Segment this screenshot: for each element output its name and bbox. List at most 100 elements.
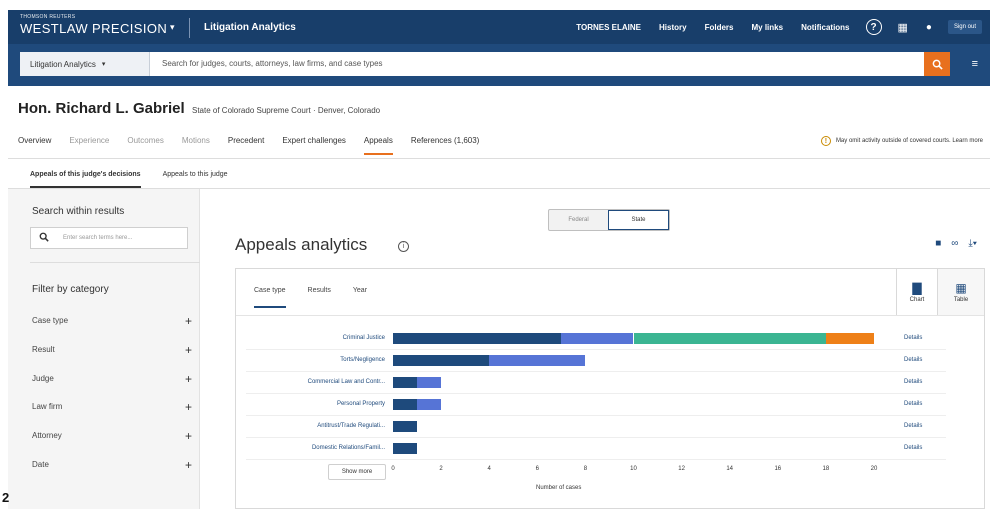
nav-user[interactable]: TORNES ELAINE [576, 23, 641, 32]
filter-judge[interactable]: Judge + [32, 372, 192, 386]
filter-case-type[interactable]: Case type + [32, 314, 192, 328]
chart-row-divider [246, 371, 946, 372]
subtab-appeals-of-judge[interactable]: Appeals of this judge's decisions [30, 171, 141, 188]
expand-plus-icon[interactable]: + [185, 458, 192, 472]
nav-folders[interactable]: Folders [705, 23, 734, 32]
expand-plus-icon[interactable]: + [185, 314, 192, 328]
product-name[interactable]: Litigation Analytics [204, 22, 296, 33]
expand-plus-icon[interactable]: + [185, 372, 192, 386]
bar-segment[interactable] [393, 399, 418, 410]
filter-by-category-title: Filter by category [32, 284, 109, 295]
details-link[interactable]: Details [904, 445, 922, 451]
search-within-placeholder: Enter search terms here... [63, 235, 133, 241]
bar-segment[interactable] [393, 377, 418, 388]
analytics-card: Case type Results Year ▇ Chart ▦ Table S… [235, 268, 985, 509]
nav-notifications[interactable]: Notifications [801, 23, 849, 32]
bar-segment[interactable] [393, 333, 562, 344]
bar-segment[interactable] [489, 355, 586, 366]
nav-my-links[interactable]: My links [751, 23, 783, 32]
appeal-subtabs: Appeals of this judge's decisions Appeal… [30, 171, 250, 188]
tab-appeals[interactable]: Appeals [363, 136, 393, 155]
info-icon[interactable]: i [398, 241, 409, 252]
expand-plus-icon[interactable]: + [185, 343, 192, 357]
search-scope-dropdown[interactable]: Litigation Analytics ▾ [20, 52, 150, 76]
tab-year[interactable]: Year [353, 287, 367, 308]
toggle-state[interactable]: State [608, 210, 669, 230]
chart-view-button[interactable]: ▇ Chart [896, 269, 938, 315]
tab-precedent[interactable]: Precedent [228, 136, 264, 155]
card-divider [236, 315, 984, 316]
nav-history[interactable]: History [659, 23, 687, 32]
tab-results[interactable]: Results [308, 287, 331, 308]
filter-label: Judge [32, 374, 54, 383]
westlaw-logo[interactable]: THOMSON REUTERS WESTLAW PRECISION [20, 14, 167, 36]
category-label[interactable]: Personal Property [245, 401, 385, 407]
details-link[interactable]: Details [904, 335, 922, 341]
filter-attorney[interactable]: Attorney + [32, 429, 192, 443]
category-label[interactable]: Torts/Negligence [245, 357, 385, 363]
category-label[interactable]: Commercial Law and Contr... [245, 379, 385, 385]
link-icon[interactable]: ∞ [951, 238, 958, 249]
table-grid-icon: ▦ [955, 281, 967, 295]
case-type-chart: Show more Number of cases Criminal Justi… [236, 319, 986, 509]
search-within-input[interactable]: Enter search terms here... [30, 227, 188, 249]
bar-segment[interactable] [393, 421, 418, 432]
details-link[interactable]: Details [904, 379, 922, 385]
search-within-title: Search within results [32, 206, 125, 217]
x-tick-label: 6 [535, 466, 539, 472]
tab-experience[interactable]: Experience [69, 136, 109, 155]
filter-date[interactable]: Date + [32, 458, 192, 472]
user-icon[interactable]: ● [926, 22, 932, 33]
folder-icon[interactable]: ■ [935, 238, 941, 249]
expand-plus-icon[interactable]: + [185, 429, 192, 443]
bar-segment[interactable] [825, 333, 874, 344]
bar-segment[interactable] [417, 377, 442, 388]
details-link[interactable]: Details [904, 423, 922, 429]
search-input[interactable]: Search for judges, courts, attorneys, la… [162, 59, 383, 68]
top-nav-links: TORNES ELAINE History Folders My links N… [558, 10, 982, 44]
filter-law-firm[interactable]: Law firm + [32, 400, 192, 414]
filter-label: Law firm [32, 402, 63, 411]
subtab-appeals-to-judge[interactable]: Appeals to this judge [163, 171, 228, 188]
search-button[interactable] [924, 52, 950, 76]
category-label[interactable]: Criminal Justice [245, 335, 385, 341]
category-label[interactable]: Domestic Relations/Famil... [245, 445, 385, 451]
show-more-button[interactable]: Show more [328, 464, 386, 480]
bar-segment[interactable] [561, 333, 634, 344]
product-switch-caret-icon[interactable]: ▾ [170, 22, 175, 33]
download-icon[interactable]: ⤓▾ [968, 238, 977, 249]
bar-segment[interactable] [417, 399, 442, 410]
category-label[interactable]: Antitrust/Trade Regulati... [245, 423, 385, 429]
warning-icon: ! [820, 136, 831, 146]
apps-grid-icon[interactable]: ▦ [898, 21, 908, 34]
tab-overview[interactable]: Overview [18, 136, 51, 155]
header-divider [189, 18, 190, 38]
advanced-search-icon[interactable]: ≡ [972, 58, 978, 70]
chart-grouping-tabs: Case type Results Year [254, 287, 389, 308]
details-link[interactable]: Details [904, 401, 922, 407]
search-bar: Litigation Analytics ▾ Search for judges… [8, 44, 990, 86]
bar-segment[interactable] [633, 333, 826, 344]
filter-result[interactable]: Result + [32, 343, 192, 357]
coverage-notice[interactable]: ! May omit activity outside of covered c… [820, 136, 983, 146]
bar-segment[interactable] [393, 443, 418, 454]
toggle-federal[interactable]: Federal [549, 210, 608, 230]
x-tick-label: 18 [822, 466, 830, 472]
table-view-button[interactable]: ▦ Table [938, 269, 984, 315]
help-icon[interactable]: ? [865, 19, 882, 35]
tab-motions[interactable]: Motions [182, 136, 210, 155]
tab-outcomes[interactable]: Outcomes [127, 136, 163, 155]
judge-name: Hon. Richard L. Gabriel [18, 100, 185, 117]
tab-references[interactable]: References (1,603) [411, 136, 479, 155]
logo-title: WESTLAW PRECISION [20, 21, 168, 36]
tab-expert-challenges[interactable]: Expert challenges [282, 136, 346, 155]
x-tick-label: 20 [870, 466, 878, 472]
sign-out-button[interactable]: Sign out [947, 20, 982, 34]
bar-segment[interactable] [393, 355, 490, 366]
tab-case-type[interactable]: Case type [254, 287, 286, 308]
search-scope-label: Litigation Analytics [30, 59, 96, 69]
expand-plus-icon[interactable]: + [185, 400, 192, 414]
x-tick-label: 16 [774, 466, 782, 472]
details-link[interactable]: Details [904, 357, 922, 363]
judge-tabs: Overview Experience Outcomes Motions Pre… [18, 136, 497, 155]
